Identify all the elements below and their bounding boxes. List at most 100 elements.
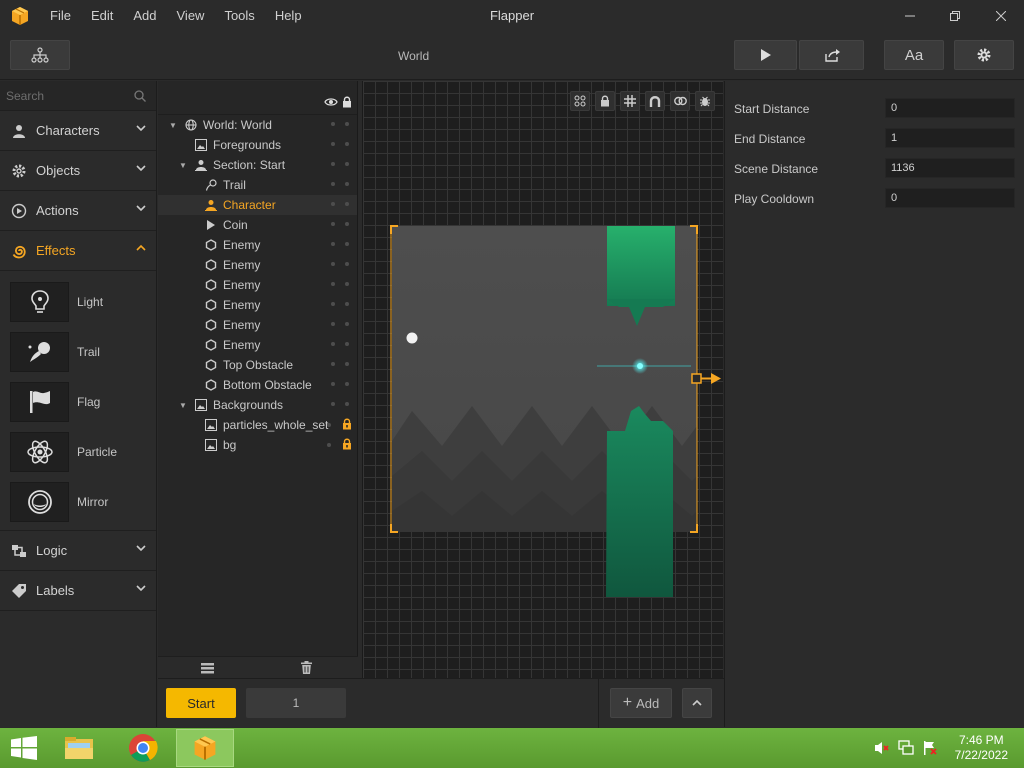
export-button[interactable] bbox=[799, 40, 864, 70]
expand-arrow-icon[interactable]: ▼ bbox=[178, 161, 188, 170]
lock-icon[interactable] bbox=[342, 418, 352, 430]
minimize-button[interactable] bbox=[887, 0, 933, 32]
effect-mirror[interactable]: Mirror bbox=[0, 477, 156, 527]
effect-tile[interactable] bbox=[10, 332, 69, 372]
visibility-toggle[interactable] bbox=[331, 262, 335, 266]
close-button[interactable] bbox=[978, 0, 1024, 32]
character[interactable] bbox=[406, 332, 418, 344]
lock-toggle[interactable] bbox=[345, 182, 349, 186]
lock-toggle[interactable] bbox=[345, 402, 349, 406]
visibility-toggle[interactable] bbox=[331, 142, 335, 146]
category-objects[interactable]: Objects bbox=[0, 151, 156, 191]
visibility-toggle[interactable] bbox=[331, 322, 335, 326]
visibility-toggle[interactable] bbox=[331, 122, 335, 126]
eye-icon[interactable] bbox=[324, 97, 338, 107]
visibility-toggle[interactable] bbox=[331, 362, 335, 366]
lock-toggle[interactable] bbox=[345, 322, 349, 326]
lock-icon[interactable] bbox=[342, 438, 352, 450]
breadcrumb[interactable]: World bbox=[398, 49, 429, 63]
tree-item-enemy[interactable]: Enemy bbox=[158, 255, 357, 275]
visibility-toggle[interactable] bbox=[331, 282, 335, 286]
menu-view[interactable]: View bbox=[167, 0, 215, 32]
effect-tile[interactable] bbox=[10, 432, 69, 472]
lock-toggle[interactable] bbox=[345, 222, 349, 226]
visibility-toggle[interactable] bbox=[327, 443, 331, 447]
effect-particle[interactable]: Particle bbox=[0, 427, 156, 477]
tree-item-section-start[interactable]: ▼ Section: Start bbox=[158, 155, 357, 175]
expand-up-button[interactable] bbox=[682, 688, 712, 718]
menu-file[interactable]: File bbox=[40, 0, 81, 32]
lock-toggle[interactable] bbox=[345, 382, 349, 386]
category-logic[interactable]: Logic bbox=[0, 531, 156, 571]
trash-icon[interactable] bbox=[301, 661, 312, 674]
play-button[interactable] bbox=[734, 40, 797, 70]
scene-distance-input[interactable] bbox=[885, 158, 1015, 178]
lock-toggle[interactable] bbox=[345, 282, 349, 286]
expand-arrow-icon[interactable]: ▼ bbox=[178, 401, 188, 410]
category-labels[interactable]: Labels bbox=[0, 571, 156, 611]
menu-add[interactable]: Add bbox=[123, 0, 166, 32]
settings-button[interactable] bbox=[954, 40, 1014, 70]
tree-item-character[interactable]: Character bbox=[158, 195, 357, 215]
taskbar-chrome[interactable] bbox=[114, 729, 172, 767]
layers-icon[interactable] bbox=[201, 662, 214, 674]
menu-edit[interactable]: Edit bbox=[81, 0, 123, 32]
effect-tile[interactable] bbox=[10, 282, 69, 322]
category-actions[interactable]: Actions bbox=[0, 191, 156, 231]
visibility-toggle[interactable] bbox=[331, 162, 335, 166]
lock-toggle[interactable] bbox=[345, 162, 349, 166]
visibility-toggle[interactable] bbox=[331, 202, 335, 206]
start-menu-button[interactable] bbox=[0, 729, 48, 767]
font-button[interactable]: Aa bbox=[884, 40, 944, 70]
tree-item-bg[interactable]: bg bbox=[158, 435, 357, 455]
tree-item-coin[interactable]: Coin bbox=[158, 215, 357, 235]
tree-item-top-obstacle[interactable]: Top Obstacle bbox=[158, 355, 357, 375]
tree-item-foregrounds[interactable]: Foregrounds bbox=[158, 135, 357, 155]
network-icon[interactable] bbox=[898, 740, 914, 756]
search-icon[interactable] bbox=[134, 90, 146, 102]
lock-toggle[interactable] bbox=[345, 242, 349, 246]
visibility-toggle[interactable] bbox=[331, 182, 335, 186]
lock-toggle[interactable] bbox=[345, 262, 349, 266]
search-input[interactable] bbox=[6, 88, 126, 103]
section-start-button[interactable]: Start bbox=[166, 688, 236, 718]
visibility-toggle[interactable] bbox=[331, 242, 335, 246]
tree-item-trail[interactable]: Trail bbox=[158, 175, 357, 195]
visibility-toggle[interactable] bbox=[331, 222, 335, 226]
visibility-toggle[interactable] bbox=[331, 402, 335, 406]
tree-item-enemy[interactable]: Enemy bbox=[158, 295, 357, 315]
resize-handle[interactable] bbox=[691, 373, 721, 384]
lock-icon[interactable] bbox=[342, 96, 352, 108]
lock-toggle[interactable] bbox=[345, 202, 349, 206]
menu-help[interactable]: Help bbox=[265, 0, 312, 32]
maximize-button[interactable] bbox=[932, 0, 978, 32]
tree-item-backgrounds[interactable]: ▼ Backgrounds bbox=[158, 395, 357, 415]
tree-item-enemy[interactable]: Enemy bbox=[158, 235, 357, 255]
effect-light[interactable]: Light bbox=[0, 277, 156, 327]
visibility-toggle[interactable] bbox=[331, 342, 335, 346]
action-center-flag-icon[interactable] bbox=[922, 740, 938, 756]
lock-toggle[interactable] bbox=[345, 362, 349, 366]
start-distance-input[interactable] bbox=[885, 98, 1015, 118]
add-section-button[interactable]: + Add bbox=[610, 688, 672, 718]
effect-flag[interactable]: Flag bbox=[0, 377, 156, 427]
expand-arrow-icon[interactable]: ▼ bbox=[168, 121, 178, 130]
taskbar-flapper[interactable] bbox=[176, 729, 234, 767]
hierarchy-button[interactable] bbox=[10, 40, 70, 70]
visibility-toggle[interactable] bbox=[327, 423, 331, 427]
lock-toggle[interactable] bbox=[345, 142, 349, 146]
tree-item-enemy[interactable]: Enemy bbox=[158, 275, 357, 295]
lock-toggle[interactable] bbox=[345, 342, 349, 346]
category-effects[interactable]: Effects bbox=[0, 231, 156, 271]
tree-item-enemy[interactable]: Enemy bbox=[158, 315, 357, 335]
lock-toggle[interactable] bbox=[345, 302, 349, 306]
menu-tools[interactable]: Tools bbox=[214, 0, 264, 32]
tree-item-enemy[interactable]: Enemy bbox=[158, 335, 357, 355]
lock-toggle[interactable] bbox=[345, 122, 349, 126]
tree-item-particles-whole-set[interactable]: particles_whole_set bbox=[158, 415, 357, 435]
taskbar-file-explorer[interactable] bbox=[50, 729, 108, 767]
end-distance-input[interactable] bbox=[885, 128, 1015, 148]
visibility-toggle[interactable] bbox=[331, 302, 335, 306]
scene-canvas[interactable] bbox=[362, 81, 723, 678]
effect-tile[interactable] bbox=[10, 482, 69, 522]
